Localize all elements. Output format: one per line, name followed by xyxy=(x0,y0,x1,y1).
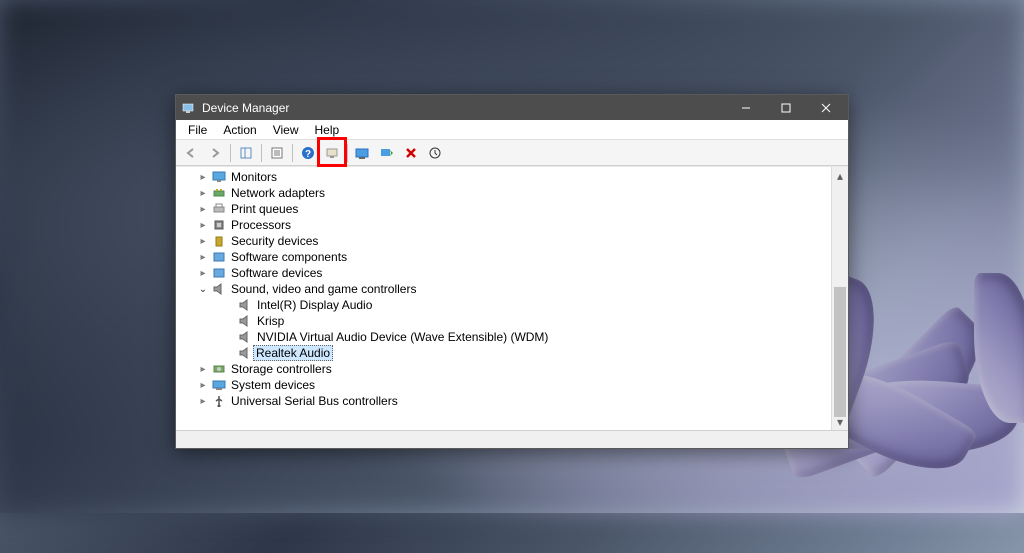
back-button[interactable] xyxy=(180,142,202,164)
speaker-icon xyxy=(237,330,253,344)
scrollbar-vertical[interactable]: ▴ ▾ xyxy=(831,167,848,430)
help-button[interactable]: ? xyxy=(297,142,319,164)
enable-device-button[interactable] xyxy=(376,142,398,164)
tree-node-swdev[interactable]: ▸ Software devices xyxy=(176,265,848,281)
menubar: File Action View Help xyxy=(176,120,848,140)
window-title: Device Manager xyxy=(202,101,726,115)
toolbar-separator xyxy=(347,144,348,162)
device-tree[interactable]: ▸ Monitors ▸ Network adapters ▸ Print qu… xyxy=(176,166,848,430)
tree-node-security[interactable]: ▸ Security devices xyxy=(176,233,848,249)
software-icon xyxy=(211,250,227,264)
system-icon xyxy=(211,378,227,392)
speaker-icon xyxy=(237,314,253,328)
speaker-icon xyxy=(211,282,227,296)
tree-node-processors[interactable]: ▸ Processors xyxy=(176,217,848,233)
forward-button[interactable] xyxy=(204,142,226,164)
security-icon xyxy=(211,234,227,248)
show-hide-tree-button[interactable] xyxy=(235,142,257,164)
chevron-right-icon[interactable]: ▸ xyxy=(196,364,210,375)
chevron-right-icon[interactable]: ▸ xyxy=(196,252,210,263)
menu-help[interactable]: Help xyxy=(307,121,348,139)
scrollbar-thumb[interactable] xyxy=(834,287,846,417)
chevron-right-icon[interactable]: ▸ xyxy=(196,220,210,231)
menu-file[interactable]: File xyxy=(180,121,215,139)
scan-hardware-button[interactable] xyxy=(321,142,343,164)
chevron-right-icon[interactable]: ▸ xyxy=(196,204,210,215)
minimize-button[interactable] xyxy=(726,95,766,120)
chevron-right-icon[interactable]: ▸ xyxy=(196,396,210,407)
chevron-right-icon[interactable]: ▸ xyxy=(196,188,210,199)
storage-icon xyxy=(211,362,227,376)
software-icon xyxy=(211,266,227,280)
toolbar-separator xyxy=(292,144,293,162)
scan-changes-button[interactable] xyxy=(424,142,446,164)
device-manager-window: Device Manager File Action View Help ? xyxy=(175,94,849,449)
usb-icon xyxy=(211,394,227,408)
cpu-icon xyxy=(211,218,227,232)
toolbar-separator xyxy=(230,144,231,162)
tree-node-network[interactable]: ▸ Network adapters xyxy=(176,185,848,201)
tree-node-krisp[interactable]: Krisp xyxy=(176,313,848,329)
speaker-icon xyxy=(237,346,253,360)
chevron-down-icon[interactable]: ⌄ xyxy=(196,284,210,295)
statusbar xyxy=(176,430,848,448)
uninstall-device-button[interactable] xyxy=(400,142,422,164)
app-icon xyxy=(182,101,196,115)
tree-node-usb[interactable]: ▸ Universal Serial Bus controllers xyxy=(176,393,848,409)
chevron-right-icon[interactable]: ▸ xyxy=(196,268,210,279)
menu-action[interactable]: Action xyxy=(215,121,264,139)
tree-node-monitors[interactable]: ▸ Monitors xyxy=(176,169,848,185)
properties-button[interactable] xyxy=(266,142,288,164)
monitor-icon xyxy=(211,170,227,184)
close-button[interactable] xyxy=(806,95,846,120)
tree-node-printq[interactable]: ▸ Print queues xyxy=(176,201,848,217)
tree-node-sound[interactable]: ⌄ Sound, video and game controllers xyxy=(176,281,848,297)
printer-icon xyxy=(211,202,227,216)
tree-node-storage[interactable]: ▸ Storage controllers xyxy=(176,361,848,377)
update-driver-button[interactable] xyxy=(352,142,374,164)
scroll-down-icon[interactable]: ▾ xyxy=(832,413,848,430)
toolbar-separator xyxy=(261,144,262,162)
maximize-button[interactable] xyxy=(766,95,806,120)
tree-node-sysdev[interactable]: ▸ System devices xyxy=(176,377,848,393)
tree-node-intel-audio[interactable]: Intel(R) Display Audio xyxy=(176,297,848,313)
menu-view[interactable]: View xyxy=(265,121,307,139)
scroll-up-icon[interactable]: ▴ xyxy=(832,167,848,184)
svg-text:?: ? xyxy=(305,149,311,160)
tree-node-realtek-audio[interactable]: Realtek Audio xyxy=(176,345,848,361)
tree-node-swcomp[interactable]: ▸ Software components xyxy=(176,249,848,265)
chevron-right-icon[interactable]: ▸ xyxy=(196,380,210,391)
tree-node-nvidia-audio[interactable]: NVIDIA Virtual Audio Device (Wave Extens… xyxy=(176,329,848,345)
network-icon xyxy=(211,186,227,200)
titlebar[interactable]: Device Manager xyxy=(176,95,848,120)
toolbar: ? xyxy=(176,140,848,166)
chevron-right-icon[interactable]: ▸ xyxy=(196,236,210,247)
speaker-icon xyxy=(237,298,253,312)
chevron-right-icon[interactable]: ▸ xyxy=(196,172,210,183)
